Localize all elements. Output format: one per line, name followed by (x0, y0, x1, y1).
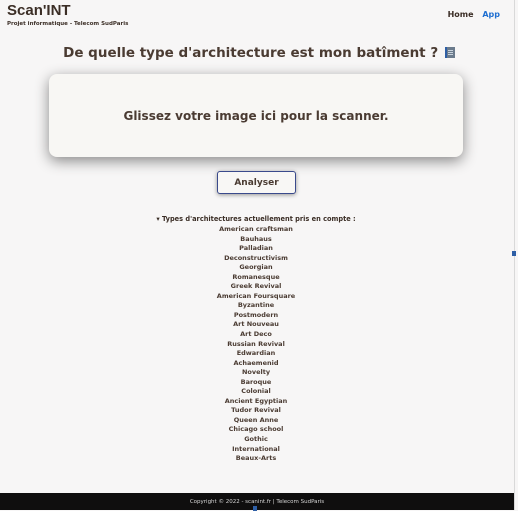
list-item: Beaux-Arts (235, 454, 277, 463)
top-nav: Home App (442, 10, 500, 19)
list-item: Romanesque (232, 272, 280, 281)
list-item: Queen Anne (233, 415, 279, 424)
list-item: Byzantine (237, 301, 275, 310)
list-item: Achaemenid (233, 358, 279, 367)
list-item: Ancient Egyptian (224, 396, 288, 405)
architecture-types-list: American craftsman Bauhaus Palladian Decons… (0, 225, 512, 464)
list-item: Art Deco (240, 330, 272, 339)
list-item: Colonial (241, 387, 271, 396)
types-details-toggle[interactable]: ▾ Types d'architectures actuellement pri… (0, 215, 512, 223)
page-question: De quelle type d'architecture est mon ba… (0, 45, 518, 61)
image-dropzone[interactable]: Glissez votre image ici pour la scanner. (49, 74, 463, 157)
list-item: Palladian (239, 244, 273, 253)
list-item: Tudor Revival (231, 406, 281, 415)
footer: Copyright © 2022 - scanint.fr | Telecom … (0, 493, 514, 510)
resize-handle-right[interactable] (512, 251, 516, 256)
resize-handle-bottom[interactable] (253, 506, 257, 511)
nav-app-link[interactable]: App (482, 10, 500, 19)
list-item: Deconstructivism (224, 253, 288, 262)
list-item: American Foursquare (216, 291, 296, 300)
list-item: Chicago school (228, 425, 284, 434)
analyze-button[interactable]: Analyser (217, 171, 296, 194)
list-item: International (232, 444, 280, 453)
footer-copyright: Copyright © 2022 - scanint.fr | Telecom … (189, 498, 325, 505)
list-item: Novelty (241, 368, 271, 377)
building-icon (444, 47, 455, 58)
list-item: Art Nouveau (233, 320, 279, 329)
list-item: Bauhaus (240, 234, 272, 243)
list-item: American craftsman (219, 225, 293, 233)
list-item: Edwardian (236, 349, 276, 358)
site-title: Scan'INT (7, 2, 71, 19)
question-text: De quelle type d'architecture est mon ba… (63, 45, 439, 61)
site-subtitle: Projet informatique - Telecom SudParis (7, 21, 129, 27)
list-item: Georgian (239, 263, 273, 272)
dropzone-text: Glissez votre image ici pour la scanner. (123, 108, 389, 123)
list-item: Gothic (244, 435, 268, 444)
list-item: Russian Revival (227, 339, 285, 348)
list-item: Baroque (240, 377, 272, 386)
list-item: Greek Revival (230, 282, 282, 291)
list-item: Postmodern (233, 310, 279, 319)
nav-home-link[interactable]: Home (448, 10, 474, 19)
